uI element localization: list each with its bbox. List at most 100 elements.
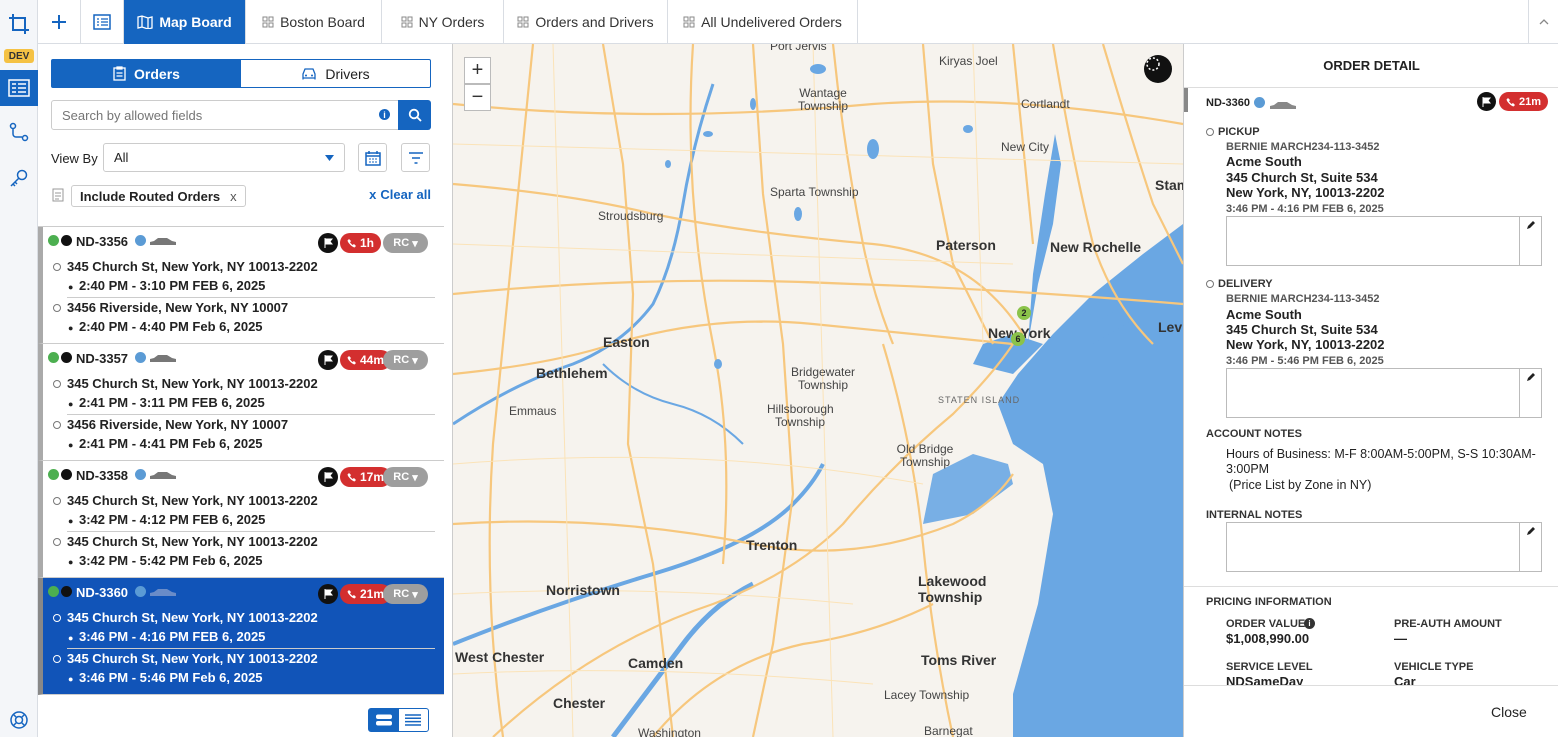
tab-orders-and-drivers[interactable]: Orders and Drivers bbox=[504, 0, 668, 44]
key-icon[interactable] bbox=[0, 162, 38, 194]
pickup-dot bbox=[53, 497, 61, 505]
pencil-edit-icon[interactable] bbox=[1519, 217, 1541, 265]
help-lifebuoy-icon[interactable] bbox=[0, 704, 38, 736]
internal-note-field[interactable] bbox=[1226, 522, 1542, 572]
pickup-address: 345 Church St, New York, NY 10013-2202 bbox=[67, 376, 318, 391]
clear-all-link[interactable]: x Clear all bbox=[369, 187, 431, 202]
preauth-value: — bbox=[1394, 631, 1407, 646]
phone-icon bbox=[347, 590, 356, 599]
dropoff-address: 345 Church St, New York, NY 10013-2202 bbox=[67, 534, 318, 549]
stop-divider bbox=[67, 414, 435, 415]
map-label: Barnegat bbox=[924, 724, 973, 737]
bullet: ● bbox=[68, 633, 74, 643]
info-icon[interactable]: i bbox=[1304, 618, 1315, 629]
phone-icon bbox=[1506, 97, 1515, 106]
card-view-button[interactable] bbox=[369, 709, 399, 731]
board-list-icon[interactable] bbox=[81, 0, 124, 44]
flag-icon[interactable] bbox=[1477, 92, 1496, 111]
rc-dropdown-button[interactable]: RC ▾ bbox=[383, 233, 428, 253]
bullet: ● bbox=[68, 399, 74, 409]
account-notes-line: 3:00PM bbox=[1226, 462, 1270, 476]
delivery-note-field[interactable] bbox=[1226, 368, 1542, 418]
close-button[interactable]: Close bbox=[1491, 704, 1527, 720]
map-cluster-marker[interactable]: 2 bbox=[1017, 306, 1031, 320]
service-level-value: NDSameDay bbox=[1226, 674, 1304, 685]
pickup-street: 345 Church St, Suite 534 bbox=[1226, 170, 1378, 185]
grid-icon bbox=[517, 16, 529, 28]
crop-logo-icon[interactable] bbox=[0, 8, 38, 40]
order-list: ND-3356 1h RC ▾ 345 Church St, New York,… bbox=[38, 226, 444, 695]
flag-icon[interactable] bbox=[318, 467, 338, 487]
compact-view-button[interactable] bbox=[399, 709, 429, 731]
map-canvas[interactable]: + − Port Jervis Kiryas Joel Wantage Town… bbox=[453, 44, 1183, 737]
detail-order-id: ND-3360 bbox=[1206, 97, 1251, 109]
left-rail: DEV bbox=[0, 0, 38, 737]
phone-icon bbox=[347, 356, 356, 365]
pickup-note-field[interactable] bbox=[1226, 216, 1542, 266]
map-label: Paterson bbox=[936, 237, 996, 253]
map-label: Lakewood Township bbox=[918, 573, 987, 605]
locate-target-icon[interactable] bbox=[1144, 55, 1172, 83]
rc-dropdown-button[interactable]: RC ▾ bbox=[383, 467, 428, 487]
arrow-right-icon bbox=[135, 235, 146, 246]
map-cluster-marker[interactable]: 6 bbox=[1011, 332, 1025, 346]
pickup-address: 345 Church St, New York, NY 10013-2202 bbox=[67, 610, 318, 625]
flag-icon[interactable] bbox=[318, 350, 338, 370]
order-card[interactable]: ND-3357 44m RC ▾ 345 Church St, New York… bbox=[38, 344, 444, 461]
view-by-select[interactable]: All bbox=[103, 143, 345, 172]
account-notes-line: Hours of Business: M-F 8:00AM-5:00PM, S-… bbox=[1226, 447, 1536, 461]
pickup-contact: BERNIE MARCH234-113-3452 bbox=[1226, 141, 1380, 153]
search-input[interactable] bbox=[51, 100, 399, 130]
tab-all-undelivered-orders[interactable]: All Undelivered Orders bbox=[668, 0, 858, 44]
arrow-right-icon bbox=[135, 586, 146, 597]
bullet: ● bbox=[68, 323, 74, 333]
account-notes-line: (Price List by Zone in NY) bbox=[1229, 478, 1372, 492]
tab-map-board[interactable]: Map Board bbox=[124, 0, 246, 44]
dropoff-time: 3:46 PM - 5:46 PM Feb 6, 2025 bbox=[79, 670, 263, 685]
account-icon bbox=[61, 235, 72, 246]
order-card[interactable]: ND-3358 17m RC ▾ 345 Church St, New York… bbox=[38, 461, 444, 578]
flag-icon[interactable] bbox=[318, 233, 338, 253]
car-icon bbox=[150, 355, 176, 362]
board-view-icon[interactable] bbox=[0, 70, 38, 106]
pencil-edit-icon[interactable] bbox=[1519, 369, 1541, 417]
dropdown-caret-icon bbox=[325, 154, 334, 161]
order-card[interactable]: ND-3360 21m RC ▾ 345 Church St, New York… bbox=[38, 578, 444, 695]
filter-button[interactable] bbox=[401, 143, 430, 172]
tab-ny-orders[interactable]: NY Orders bbox=[382, 0, 504, 44]
chip-remove-button[interactable]: x bbox=[230, 189, 237, 204]
orders-toggle-button[interactable]: Orders bbox=[52, 60, 241, 87]
zoom-in-button[interactable]: + bbox=[464, 57, 491, 84]
map-label: Hillsborough Township bbox=[767, 402, 834, 429]
flag-icon[interactable] bbox=[318, 584, 338, 604]
order-id: ND-3358 bbox=[76, 468, 129, 483]
view-by-label: View By bbox=[51, 151, 98, 166]
map-label: Stroudsburg bbox=[598, 209, 664, 223]
tab-label: Map Board bbox=[159, 14, 232, 30]
rc-dropdown-button[interactable]: RC ▾ bbox=[383, 584, 428, 604]
map-label: Port Jervis bbox=[770, 44, 827, 53]
dev-badge: DEV bbox=[4, 49, 34, 63]
bullet: ● bbox=[68, 516, 74, 526]
elapsed-time: 21m bbox=[360, 587, 385, 601]
info-icon[interactable]: i bbox=[379, 109, 390, 120]
map-label: Wantage Township bbox=[797, 86, 849, 113]
drivers-toggle-button[interactable]: Drivers bbox=[241, 60, 430, 87]
search-button[interactable] bbox=[398, 100, 431, 130]
pickup-address: 345 Church St, New York, NY 10013-2202 bbox=[67, 259, 318, 274]
order-card[interactable]: ND-3356 1h RC ▾ 345 Church St, New York,… bbox=[38, 227, 444, 344]
pencil-edit-icon[interactable] bbox=[1519, 523, 1541, 571]
elapsed-time-badge: 1h bbox=[340, 233, 382, 253]
zoom-out-button[interactable]: − bbox=[464, 84, 491, 111]
tab-boston-board[interactable]: Boston Board bbox=[246, 0, 382, 44]
car-icon bbox=[302, 68, 316, 80]
tab-label: Boston Board bbox=[280, 14, 365, 30]
dropoff-time: 2:40 PM - 4:40 PM Feb 6, 2025 bbox=[79, 319, 263, 334]
pickup-dot bbox=[53, 614, 61, 622]
calendar-button[interactable] bbox=[358, 143, 387, 172]
collapse-chevron-up-icon[interactable] bbox=[1528, 0, 1558, 44]
add-board-button[interactable] bbox=[38, 0, 81, 44]
route-icon[interactable] bbox=[0, 116, 38, 148]
rc-dropdown-button[interactable]: RC ▾ bbox=[383, 350, 428, 370]
orders-panel: Orders Drivers i View By All Include Rou… bbox=[38, 44, 453, 737]
